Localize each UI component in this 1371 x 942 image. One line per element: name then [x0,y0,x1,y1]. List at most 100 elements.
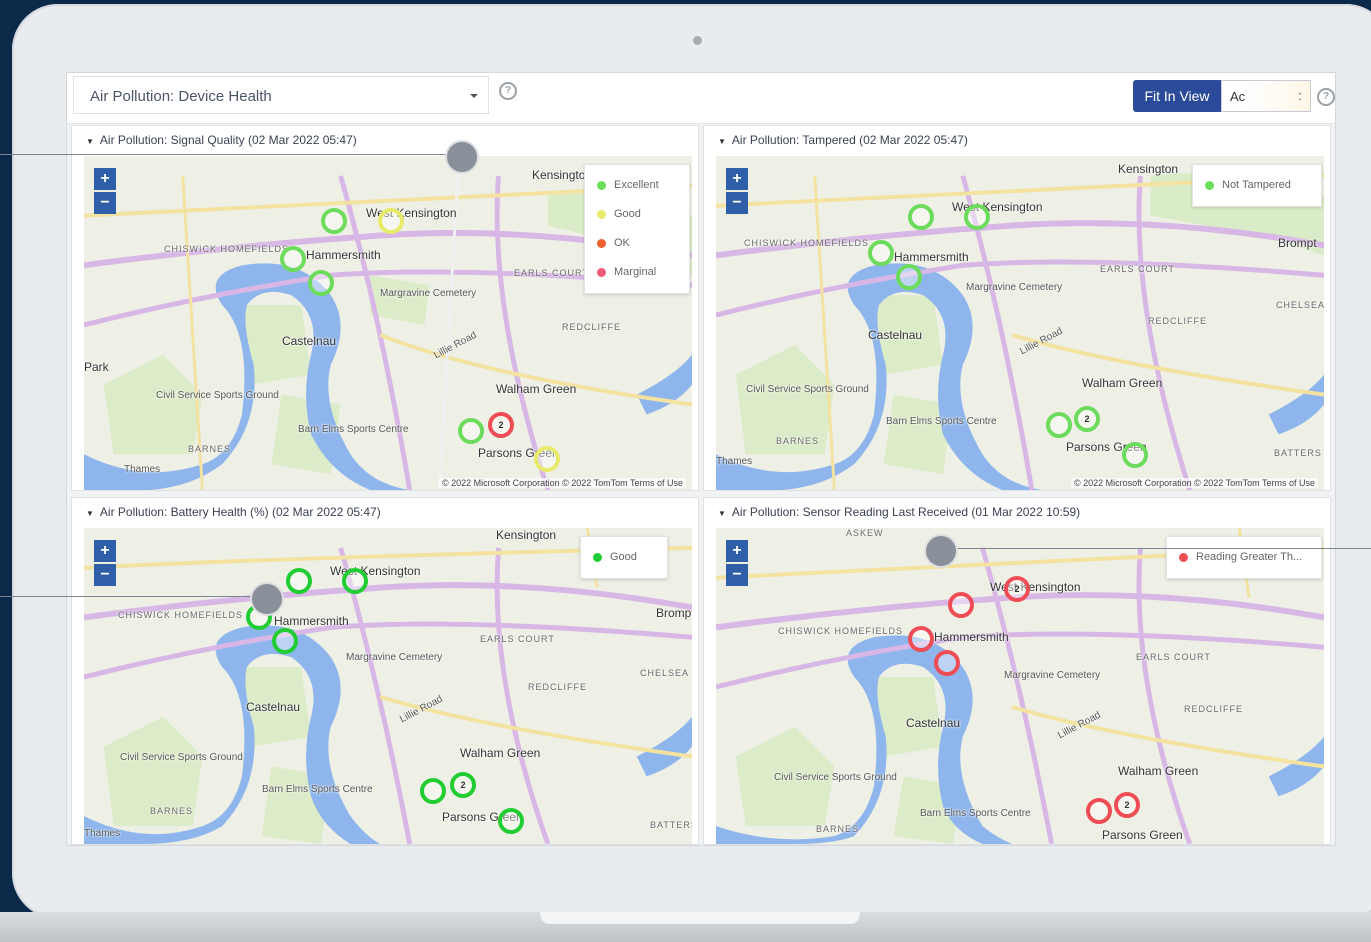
map-label: EARLS COURT [480,634,555,644]
map-label: REDCLIFFE [1184,704,1244,714]
map-label: Castelnau [906,716,961,730]
map-label: Walham Green [496,382,577,396]
legend-item: Good [593,543,655,572]
device-marker[interactable] [868,240,894,266]
device-marker[interactable] [908,204,934,230]
map-label: Kensington [1118,162,1179,176]
map-label: BATTERS [650,820,692,830]
callout-line [940,548,1371,549]
zoom-controls: + − [94,168,116,216]
legend-item: OK [597,229,677,258]
device-marker[interactable] [272,628,298,654]
zoom-out-button[interactable]: − [94,564,116,586]
device-marker[interactable] [908,626,934,652]
map-label: Thames [716,456,753,467]
callout-marker [250,582,284,616]
dashboard-screen: Air Pollution: Device Health ? Fit In Vi… [66,72,1336,846]
ac-menu-icon[interactable]: : [1298,88,1302,103]
map-label: Margravine Cemetery [380,288,477,299]
map-label: CHISWICK HOMEFIELDS [118,610,244,620]
map-label: Park [84,360,109,374]
legend-label: Reading Greater Th... [1196,551,1303,563]
map-label: REDCLIFFE [562,322,622,332]
device-marker[interactable] [286,568,312,594]
panel-title[interactable]: ▼ Air Pollution: Sensor Reading Last Rece… [718,505,1080,519]
map-label: Brompt [656,606,692,620]
map-label: Walham Green [460,746,541,760]
zoom-in-button[interactable]: + [94,168,116,190]
zoom-out-button[interactable]: − [726,192,748,214]
legend-label: OK [614,237,630,249]
callout-line [0,154,460,155]
ac-input[interactable]: Ac : [1221,80,1311,112]
panel-title[interactable]: ▼ Air Pollution: Battery Health (%) (02 M… [86,505,381,519]
device-cluster-marker[interactable]: 2 [488,412,514,438]
laptop-notch [540,912,860,924]
dashboard-select[interactable]: Air Pollution: Device Health [73,76,489,114]
map-label: BATTERS [1274,448,1322,458]
device-marker[interactable] [1122,442,1148,468]
zoom-in-button[interactable]: + [726,540,748,562]
legend-label: Excellent [614,179,659,191]
signal-quality-panel: ▼ Air Pollution: Signal Quality (02 Mar 2… [71,125,699,491]
map-label: EARLS COURT [514,268,589,278]
device-cluster-marker[interactable]: 2 [1004,576,1030,602]
zoom-in-button[interactable]: + [94,540,116,562]
callout-marker [924,534,958,568]
map-label: Hammersmith [306,248,381,262]
device-cluster-marker[interactable]: 2 [1074,406,1100,432]
device-marker[interactable] [948,592,974,618]
map[interactable]: + − Kensington West Kensington Hammersmi… [84,528,692,844]
zoom-in-button[interactable]: + [726,168,748,190]
panel-title-text: Air Pollution: Sensor Reading Last Recei… [731,505,1081,519]
device-marker[interactable] [498,808,524,834]
device-cluster-marker[interactable]: 2 [1114,792,1140,818]
map[interactable]: + − Kensington West Kensington Hammersmi… [84,156,692,490]
device-marker[interactable] [964,204,990,230]
legend-item: Not Tampered [1205,171,1309,200]
legend-dot [597,209,606,219]
map-attribution[interactable]: © 2022 Microsoft Corporation © 2022 TomT… [438,478,686,488]
map-label: Barn Elms Sports Centre [298,424,409,435]
device-marker[interactable] [378,208,404,234]
help-icon[interactable]: ? [499,82,517,100]
ac-input-value: Ac [1230,89,1246,104]
legend-dot [597,238,606,248]
device-marker[interactable] [308,270,334,296]
map[interactable]: + − Kensington West Kensington Hammersmi… [716,156,1324,490]
device-marker[interactable] [420,778,446,804]
device-marker[interactable] [1046,412,1072,438]
map-label: Barn Elms Sports Centre [886,416,997,427]
device-marker[interactable] [342,568,368,594]
map-label: EARLS COURT [1136,652,1211,662]
legend-dot [1179,552,1188,562]
device-marker[interactable] [321,208,347,234]
help-icon-right[interactable]: ? [1317,88,1335,106]
zoom-out-button[interactable]: − [94,192,116,214]
map-label: Civil Service Sports Ground [120,752,243,763]
map-legend: Not Tampered [1192,164,1322,207]
legend-dot [597,267,606,277]
map[interactable]: + − ASKEW West Kensington Hammersmith CH… [716,528,1324,844]
device-marker[interactable] [1086,798,1112,824]
map-attribution[interactable]: © 2022 Microsoft Corporation © 2022 TomT… [1070,478,1318,488]
map-label: BARNES [150,806,194,816]
device-marker[interactable] [280,246,306,272]
legend-item: Marginal [597,258,677,287]
map-label: BARNES [188,444,232,454]
device-cluster-marker[interactable]: 2 [450,772,476,798]
device-marker[interactable] [458,418,484,444]
panel-title[interactable]: ▼ Air Pollution: Signal Quality (02 Mar 2… [86,133,357,147]
legend-dot [593,552,602,562]
device-marker[interactable] [896,264,922,290]
device-marker[interactable] [534,446,560,472]
zoom-out-button[interactable]: − [726,564,748,586]
fit-in-view-button[interactable]: Fit In View [1133,80,1221,112]
map-legend: Good [580,536,668,579]
device-marker[interactable] [934,650,960,676]
map-label: CHISWICK HOMEFIELDS [164,244,290,254]
legend-item: Excellent [597,171,677,200]
map-legend: Reading Greater Th... [1166,536,1322,579]
map-label: Civil Service Sports Ground [774,772,897,783]
panel-title[interactable]: ▼ Air Pollution: Tampered (02 Mar 2022 05… [718,133,968,147]
